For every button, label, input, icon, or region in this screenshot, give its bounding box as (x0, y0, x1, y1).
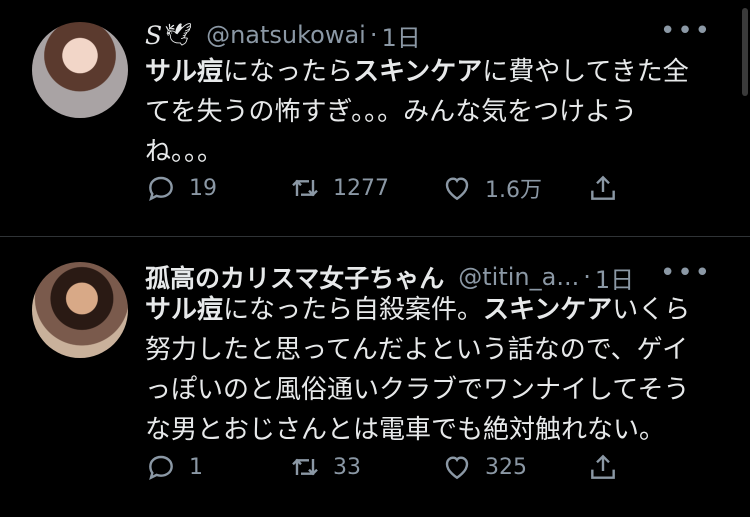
retweet-button[interactable]: 33 (289, 451, 441, 483)
like-icon (445, 177, 469, 201)
avatar[interactable] (32, 22, 128, 118)
separator-dot: · (583, 263, 591, 291)
retweet-count: 33 (333, 454, 361, 480)
reply-count: 19 (189, 175, 217, 201)
user-handle[interactable]: @natsukowai (206, 21, 366, 49)
text-span: になったら (223, 57, 354, 87)
like-icon (445, 456, 469, 480)
tweet-header: 孤高のカリスマ女子ちゃん @titin_a... · 1日 (145, 260, 634, 294)
like-count: 325 (485, 454, 527, 480)
display-name[interactable]: S (145, 21, 162, 50)
action-bar: 1 33 325 (145, 451, 619, 483)
divider (0, 236, 750, 237)
tweet[interactable]: S 🕊 @natsukowai · 1日 ••• サル痘になったらスキンケアに費… (0, 0, 750, 236)
separator-dot: · (369, 21, 378, 49)
retweet-count: 1277 (333, 175, 389, 201)
tweet-text: サル痘になったら自殺案件。スキンケアいくら 努力したと思ってんだよという話なので… (145, 290, 705, 450)
timestamp[interactable]: 1日 (382, 18, 421, 53)
action-bar: 19 1277 1.6万 (145, 172, 619, 204)
tweet-header: S 🕊 @natsukowai · 1日 (145, 18, 421, 52)
user-handle[interactable]: @titin_a... (458, 263, 579, 291)
share-icon (591, 454, 615, 479)
retweet-button[interactable]: 1277 (289, 172, 441, 204)
text-span: になったら自殺案件。 (223, 295, 484, 325)
reply-button[interactable]: 1 (145, 451, 289, 483)
tweet-text: サル痘になったらスキンケアに費やしてきた全 てを失うの怖すぎ。。。みんな気をつけ… (145, 52, 705, 172)
text-span: スキンケア (353, 57, 483, 87)
tweet[interactable]: 孤高のカリスマ女子ちゃん @titin_a... · 1日 ••• サル痘になっ… (0, 238, 750, 517)
text-span: サル痘 (145, 295, 224, 325)
avatar[interactable] (32, 262, 128, 358)
like-button[interactable]: 325 (441, 451, 587, 483)
like-button[interactable]: 1.6万 (441, 172, 587, 204)
reply-icon (149, 176, 173, 201)
more-icon[interactable]: ••• (660, 260, 712, 286)
reply-count: 1 (189, 454, 203, 480)
text-span: サル痘 (145, 57, 224, 87)
dove-icon: 🕊 (164, 22, 193, 48)
share-button[interactable] (587, 451, 619, 483)
text-span: スキンケア (483, 295, 613, 325)
reply-button[interactable]: 19 (145, 172, 289, 204)
share-button[interactable] (587, 172, 619, 204)
share-icon (591, 175, 615, 200)
like-count: 1.6万 (485, 178, 542, 203)
retweet-icon (292, 458, 318, 476)
more-icon[interactable]: ••• (660, 18, 712, 44)
reply-icon (149, 455, 173, 480)
retweet-icon (292, 179, 318, 197)
